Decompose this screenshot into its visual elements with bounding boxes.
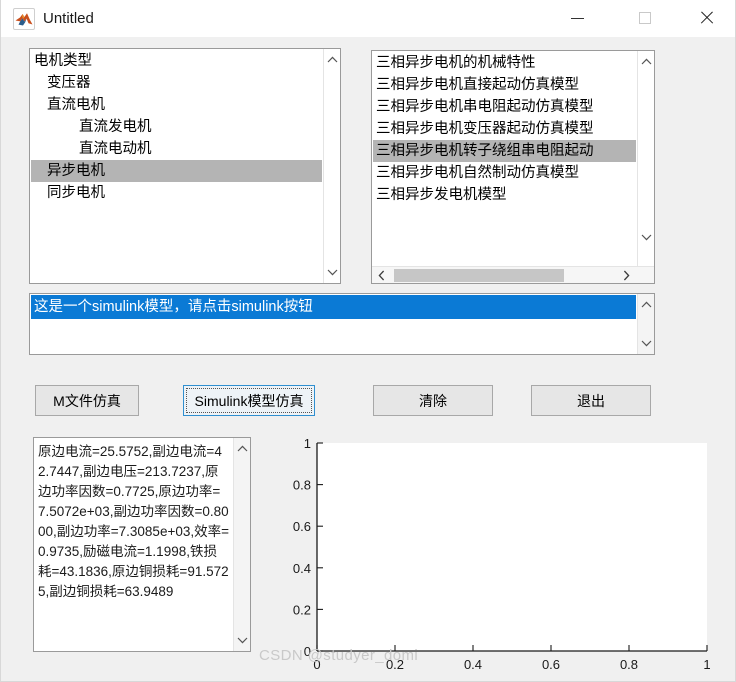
message-list-items: 这是一个simulink模型，请点击simulink按钮 (31, 295, 636, 353)
list-item[interactable]: 直流电动机 (31, 138, 322, 160)
list-item[interactable]: 直流电机 (31, 94, 322, 116)
plot-axes[interactable]: 0 0.2 0.4 0.6 0.8 1 0 0.2 0.4 0.6 0.8 1 (283, 432, 735, 681)
simulink-sim-button[interactable]: Simulink模型仿真 (183, 385, 315, 416)
x-tick-label: 0.4 (464, 657, 482, 672)
vertical-scrollbar[interactable] (637, 294, 654, 354)
message-item-selected[interactable]: 这是一个simulink模型，请点击simulink按钮 (31, 295, 636, 319)
y-tick-label: 0 (304, 644, 311, 659)
x-tick-label: 0.6 (542, 657, 560, 672)
vertical-scrollbar[interactable] (233, 438, 250, 651)
list-item[interactable]: 直流发电机 (31, 116, 322, 138)
y-tick-label: 0.6 (293, 519, 311, 534)
list-item[interactable]: 三相异步发电机模型 (373, 184, 636, 206)
y-tick-label: 0.2 (293, 602, 311, 617)
vertical-scrollbar[interactable] (637, 51, 654, 266)
button-label: 退出 (577, 392, 605, 409)
y-tick-label: 0.4 (293, 561, 311, 576)
list-item[interactable]: 三相异步电机串电阻起动仿真模型 (373, 96, 636, 118)
y-tick-label: 0.8 (293, 478, 311, 493)
window-title: Untitled (43, 10, 94, 27)
horizontal-scrollbar[interactable] (372, 266, 654, 283)
maximize-icon (639, 12, 651, 24)
button-label: Simulink模型仿真 (194, 392, 304, 409)
list-item-selected[interactable]: 异步电机 (31, 160, 322, 182)
app-window: Untitled 电机类型 变压器 直流电机 直流发电机 直流电动机 异步电机 … (0, 0, 736, 682)
button-label: 清除 (419, 392, 447, 409)
scroll-down-icon[interactable] (638, 229, 654, 246)
minimize-icon (570, 17, 584, 19)
motor-category-list-items: 电机类型 变压器 直流电机 直流发电机 直流电动机 异步电机 同步电机 (31, 50, 322, 282)
scroll-down-icon[interactable] (324, 264, 340, 281)
list-item[interactable]: 三相异步电机变压器起动仿真模型 (373, 118, 636, 140)
close-button[interactable] (683, 0, 729, 36)
list-item[interactable]: 电机类型 (31, 50, 322, 72)
scroll-down-icon[interactable] (234, 632, 250, 649)
x-tick-label: 0.2 (386, 657, 404, 672)
y-tick-label: 1 (304, 436, 311, 451)
list-item[interactable]: 三相异步电机自然制动仿真模型 (373, 162, 636, 184)
model-listbox[interactable]: 三相异步电机的机械特性 三相异步电机直接起动仿真模型 三相异步电机串电阻起动仿真… (371, 50, 655, 284)
results-textbox[interactable]: 原边电流=25.5752,副边电流=42.7447,副边电压=213.7237,… (33, 437, 251, 652)
button-label: M文件仿真 (53, 392, 121, 409)
message-listbox[interactable]: 这是一个simulink模型，请点击simulink按钮 (29, 293, 655, 355)
exit-button[interactable]: 退出 (531, 385, 651, 416)
vertical-scrollbar[interactable] (323, 49, 340, 283)
clear-button[interactable]: 清除 (373, 385, 493, 416)
x-tick-label: 1 (703, 657, 710, 672)
scroll-down-icon[interactable] (638, 335, 654, 352)
title-bar: Untitled (1, 0, 735, 38)
scroll-up-icon[interactable] (638, 296, 654, 313)
results-text: 原边电流=25.5752,副边电流=42.7447,副边电压=213.7237,… (38, 444, 229, 599)
horizontal-scroll-thumb[interactable] (394, 269, 564, 282)
scroll-right-icon[interactable] (618, 267, 635, 283)
list-item-selected[interactable]: 三相异步电机转子绕组串电阻起动 (373, 140, 636, 162)
scroll-left-icon[interactable] (373, 267, 390, 283)
list-item[interactable]: 变压器 (31, 72, 322, 94)
scroll-up-icon[interactable] (638, 53, 654, 70)
model-list-items: 三相异步电机的机械特性 三相异步电机直接起动仿真模型 三相异步电机串电阻起动仿真… (373, 52, 636, 265)
matlab-membrane-icon (13, 8, 35, 30)
m-file-sim-button[interactable]: M文件仿真 (35, 385, 139, 416)
minimize-button[interactable] (554, 0, 600, 36)
close-icon (699, 11, 713, 25)
list-item[interactable]: 三相异步电机直接起动仿真模型 (373, 74, 636, 96)
list-item[interactable]: 三相异步电机的机械特性 (373, 52, 636, 74)
maximize-button[interactable] (622, 0, 668, 36)
x-tick-label: 0.8 (620, 657, 638, 672)
scroll-up-icon[interactable] (324, 51, 340, 68)
list-item[interactable]: 同步电机 (31, 182, 322, 204)
motor-category-listbox[interactable]: 电机类型 变压器 直流电机 直流发电机 直流电动机 异步电机 同步电机 (29, 48, 341, 284)
x-tick-label: 0 (313, 657, 320, 672)
scroll-up-icon[interactable] (234, 440, 250, 457)
